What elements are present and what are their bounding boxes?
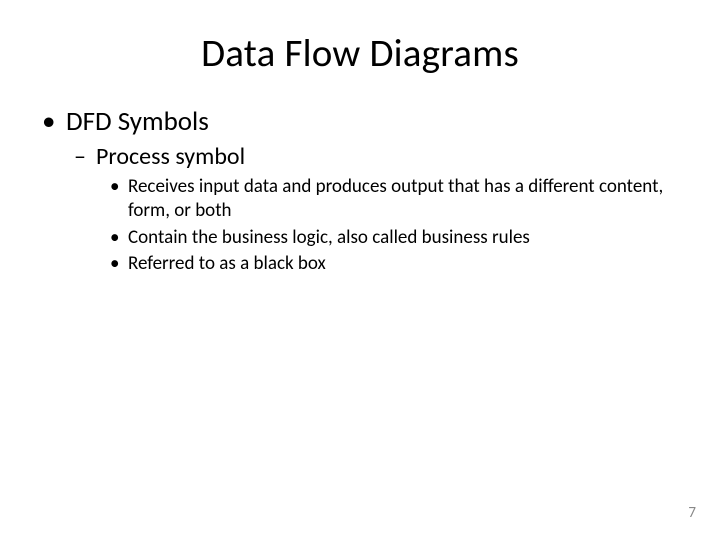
page-number: 7	[688, 504, 696, 522]
bullet-list-level-1: DFD Symbols Process symbol Receives inpu…	[40, 105, 680, 276]
list-item: Process symbol Receives input data and p…	[74, 142, 680, 276]
list-item-text: Contain the business logic, also called …	[128, 226, 530, 249]
list-item-text: DFD Symbols	[66, 105, 209, 138]
bullet-list-level-2: Process symbol Receives input data and p…	[74, 142, 680, 276]
list-item: Contain the business logic, also called …	[110, 226, 680, 250]
list-item: Referred to as a black box	[110, 252, 680, 276]
bullet-list-level-3: Receives input data and produces output …	[110, 175, 680, 276]
list-item: DFD Symbols Process symbol Receives inpu…	[40, 105, 680, 276]
list-item-text: Referred to as a black box	[128, 252, 326, 275]
slide-title: Data Flow Diagrams	[40, 30, 680, 77]
list-item-text: Receives input data and produces output …	[128, 175, 663, 222]
slide: Data Flow Diagrams DFD Symbols Process s…	[0, 0, 720, 540]
list-item-text: Process symbol	[96, 142, 245, 171]
list-item: Receives input data and produces output …	[110, 175, 680, 223]
